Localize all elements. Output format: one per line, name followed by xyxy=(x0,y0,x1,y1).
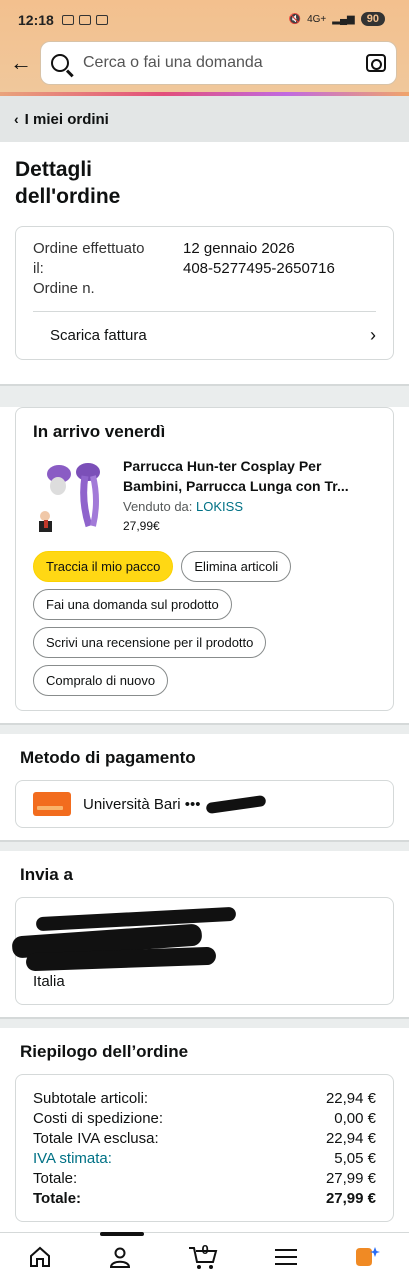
search-input[interactable]: Cerca o fai una domanda xyxy=(40,41,397,85)
summary-row-subtotal: Subtotale articoli: 22,94 € xyxy=(33,1089,376,1109)
summary-value: 22,94 € xyxy=(325,1090,376,1107)
payment-section: Metodo di pagamento Università Bari ••• xyxy=(0,734,409,841)
shipment-actions: Traccia il mio pacco Elimina articoli Fa… xyxy=(33,551,377,696)
product-title-line-1: Parrucca Hun-ter Cosplay Per xyxy=(123,458,322,474)
menu-icon[interactable] xyxy=(274,1247,297,1267)
product-seller: Venduto da: LOKISS xyxy=(123,499,349,514)
order-placed-label-2: il: xyxy=(33,260,44,277)
order-summary-section: Riepilogo dell’ordine Subtotale articoli… xyxy=(0,1028,409,1237)
track-package-button[interactable]: Traccia il mio pacco xyxy=(33,551,174,582)
status-time: 12:18 xyxy=(18,12,54,28)
write-review-button[interactable]: Scrivi una recensione per il prodotto xyxy=(33,627,267,658)
camera-search-icon[interactable] xyxy=(366,54,386,72)
shipping-address-card: Italia xyxy=(11,897,394,1005)
summary-value: 22,94 € xyxy=(325,1130,376,1147)
shipment-section: In arrivo venerdì Parrucca Hun-ter Cospl… xyxy=(0,407,409,724)
order-info-card: Ordine effettuato il: Ordine n. 12 genna… xyxy=(15,226,394,360)
search-placeholder: Cerca o fai una domanda xyxy=(83,54,263,71)
summary-row-total: Totale: 27,99 € xyxy=(33,1169,376,1189)
ask-question-button[interactable]: Fai una domanda sul prodotto xyxy=(33,589,232,620)
shipment-card: In arrivo venerdì Parrucca Hun-ter Cospl… xyxy=(15,407,394,711)
notification-icons xyxy=(61,15,108,25)
summary-label: Totale IVA esclusa: xyxy=(33,1130,159,1147)
wig-product-icon xyxy=(33,456,109,532)
product-price: 27,99€ xyxy=(123,519,160,533)
cart-button[interactable]: 0 xyxy=(188,1241,218,1270)
summary-row-total-excl-vat: Totale IVA esclusa: 22,94 € xyxy=(33,1129,376,1149)
order-summary-card: Subtotale articoli: 22,94 € Costi di sped… xyxy=(15,1074,394,1222)
order-number-label: Ordine n. xyxy=(33,280,95,297)
home-icon[interactable] xyxy=(28,1245,52,1269)
payment-method-label: Università Bari ••• xyxy=(83,795,201,813)
payment-heading: Metodo di pagamento xyxy=(20,748,196,767)
order-date: 12 gennaio 2026 xyxy=(183,240,295,257)
network-label: 4G+ xyxy=(307,13,327,25)
product-item[interactable]: Parrucca Hun-ter Cosplay Per Bambini, Pa… xyxy=(33,456,377,533)
product-image[interactable] xyxy=(33,456,109,532)
account-icon[interactable] xyxy=(108,1245,132,1269)
summary-value: 0,00 € xyxy=(334,1110,376,1127)
redaction-mark xyxy=(205,794,267,814)
page-title-line-1: Dettagli xyxy=(15,158,93,181)
vat-info-link[interactable]: IVA stimata: xyxy=(33,1149,112,1169)
app-header: 12:18 🔇 4G+ ▂▄▆ 90 ← Cerca o fai una dom… xyxy=(0,0,409,96)
shipping-address-section: Invia a Italia xyxy=(0,851,409,1018)
status-right: 🔇 4G+ ▂▄▆ 90 xyxy=(289,12,385,26)
download-invoice-label: Scarica fattura xyxy=(50,327,147,344)
delivery-status-heading: In arrivo venerdì xyxy=(33,422,166,441)
signal-icon: ▂▄▆ xyxy=(332,13,355,25)
active-tab-indicator xyxy=(100,1232,144,1236)
rufus-assistant-icon[interactable] xyxy=(353,1244,381,1270)
search-icon xyxy=(51,54,69,72)
summary-row-shipping: Costi di spedizione: 0,00 € xyxy=(33,1109,376,1129)
summary-row-vat: IVA stimata: 5,05 € xyxy=(33,1149,376,1169)
chevron-right-icon: › xyxy=(370,325,376,345)
download-invoice-row[interactable]: Scarica fattura › xyxy=(33,311,376,359)
summary-row-grand-total: Totale: 27,99 € xyxy=(33,1189,376,1209)
seller-label: Venduto da: xyxy=(123,499,193,514)
breadcrumb-label: I miei ordini xyxy=(24,110,109,128)
product-title-line-2: Bambini, Parrucca Lunga con Tr... xyxy=(123,478,349,494)
summary-label: Costi di spedizione: xyxy=(33,1110,164,1127)
screenshot-icon xyxy=(61,15,74,25)
buy-again-button[interactable]: Compralo di nuovo xyxy=(33,665,169,696)
battery-indicator: 90 xyxy=(360,12,385,26)
shipping-address-heading: Invia a xyxy=(20,865,73,884)
bottom-nav: 0 xyxy=(0,1232,409,1280)
summary-value: 5,05 € xyxy=(334,1150,376,1167)
summary-value: 27,99 € xyxy=(325,1190,376,1207)
order-placed-label: Ordine effettuato xyxy=(33,240,145,257)
summary-value: 27,99 € xyxy=(325,1170,376,1187)
search-row: ← Cerca o fai una domanda xyxy=(0,40,409,92)
mail-icon xyxy=(78,15,91,25)
product-title[interactable]: Parrucca Hun-ter Cosplay Per Bambini, Pa… xyxy=(123,456,349,496)
order-details-section: Dettagli dell'ordine Ordine effettuato i… xyxy=(0,142,409,385)
credit-card-icon xyxy=(33,792,71,816)
page-title: Dettagli dell'ordine xyxy=(0,142,409,210)
status-bar: 12:18 🔇 4G+ ▂▄▆ 90 xyxy=(0,0,409,40)
delete-items-button[interactable]: Elimina articoli xyxy=(181,551,292,582)
summary-label: Subtotale articoli: xyxy=(33,1090,149,1107)
seller-link[interactable]: LOKISS xyxy=(196,499,243,514)
cart-count-badge: 0 xyxy=(201,1241,209,1257)
order-number: 408-5277495-2650716 xyxy=(183,260,335,277)
payment-method-card[interactable]: Università Bari ••• xyxy=(15,780,394,828)
back-arrow-icon[interactable]: ← xyxy=(10,50,40,76)
chevron-left-icon: ‹ xyxy=(14,111,19,127)
order-summary-heading: Riepilogo dell’ordine xyxy=(20,1042,189,1061)
address-country: Italia xyxy=(33,973,65,990)
page-title-line-2: dell'ordine xyxy=(15,185,121,208)
mute-icon: 🔇 xyxy=(288,13,302,25)
summary-label: Totale: xyxy=(33,1190,82,1207)
breadcrumb[interactable]: ‹ I miei ordini xyxy=(0,96,409,142)
summary-label: Totale: xyxy=(33,1170,78,1187)
calendar-icon xyxy=(95,15,108,25)
